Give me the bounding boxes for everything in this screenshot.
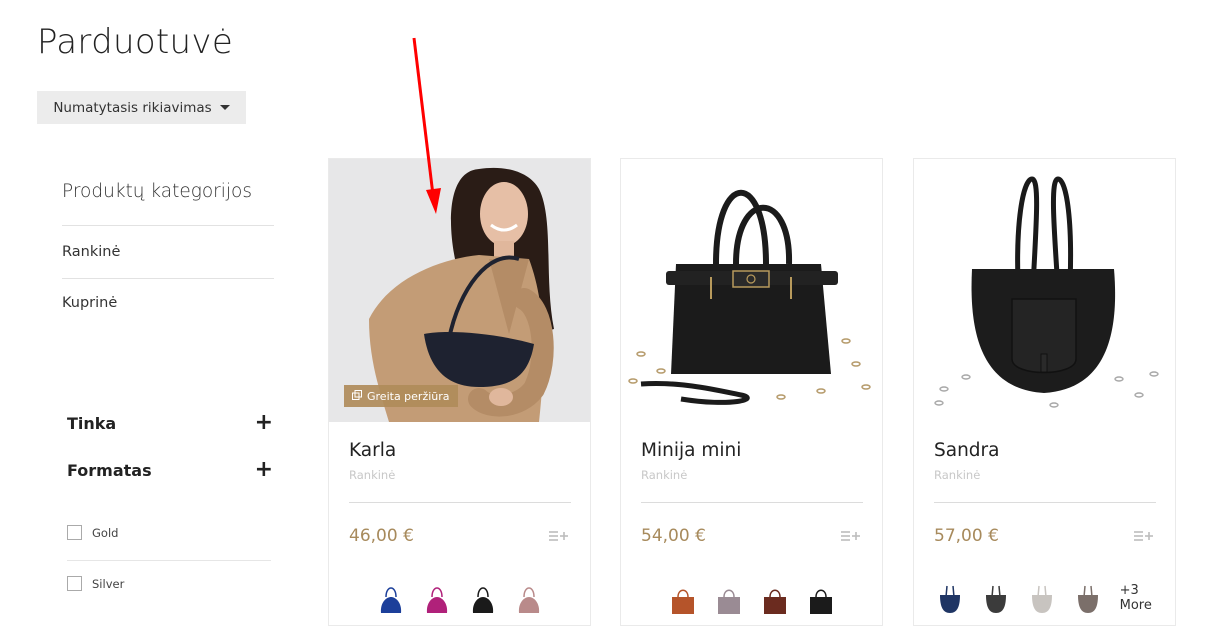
product-card-minija-mini[interactable]: Minija mini Rankinė 54,00 € [620, 158, 883, 626]
swatch-blue[interactable] [375, 581, 407, 615]
swatch-black[interactable] [805, 581, 837, 615]
plus-icon: + [254, 457, 273, 482]
swatch-dark-grey[interactable] [980, 581, 1012, 615]
page-title: Parduotuvė [37, 22, 234, 62]
divider [349, 502, 571, 503]
quick-view-button[interactable]: Greita peržiūra [344, 385, 458, 407]
filter-tinka-toggle[interactable]: Tinka + [67, 412, 273, 434]
product-name[interactable]: Karla [349, 440, 396, 461]
swatch-black[interactable] [467, 581, 499, 615]
gold-checkbox[interactable] [67, 525, 82, 540]
sort-dropdown-label: Numatytasis rikiavimas [53, 99, 212, 116]
swatch-taupe[interactable] [1072, 581, 1104, 615]
option-gold-label: Gold [92, 525, 119, 540]
silver-checkbox[interactable] [67, 576, 82, 591]
option-gold[interactable]: Gold [67, 525, 118, 540]
filter-tinka-label: Tinka [67, 413, 117, 433]
option-silver-label: Silver [92, 576, 125, 591]
color-swatches [621, 581, 882, 615]
product-image[interactable] [914, 159, 1175, 422]
divider [62, 278, 274, 279]
filter-formatas-label: Formatas [67, 460, 152, 480]
divider [62, 225, 274, 226]
product-photo-tote-black [914, 159, 1175, 422]
plus-icon: + [254, 410, 273, 435]
product-price: 46,00 € [349, 526, 414, 546]
quick-view-icon [352, 389, 362, 403]
filter-formatas-toggle[interactable]: Formatas + [67, 459, 273, 481]
color-swatches [329, 581, 590, 615]
add-to-list-icon[interactable] [549, 528, 569, 547]
product-card-karla[interactable]: Greita peržiūra Karla Rankinė 46,00 € [328, 158, 591, 626]
product-name[interactable]: Minija mini [641, 440, 741, 461]
product-image[interactable]: Greita peržiūra [329, 159, 590, 422]
more-swatches-link[interactable]: +3 More [1120, 583, 1175, 613]
product-category: Rankinė [934, 468, 981, 482]
divider [641, 502, 863, 503]
quick-view-label: Greita peržiūra [367, 389, 450, 403]
caret-down-icon [219, 105, 230, 110]
category-link-kuprine[interactable]: Kuprinė [62, 295, 117, 311]
color-swatches: +3 More [914, 581, 1175, 615]
product-category: Rankinė [641, 468, 688, 482]
product-price: 57,00 € [934, 526, 999, 546]
swatch-brown[interactable] [759, 581, 791, 615]
swatch-navy[interactable] [934, 581, 966, 615]
product-category: Rankinė [349, 468, 396, 482]
category-link-rankine[interactable]: Rankinė [62, 244, 120, 260]
swatch-cognac[interactable] [667, 581, 699, 615]
sort-dropdown[interactable]: Numatytasis rikiavimas [37, 91, 246, 124]
swatch-rose[interactable] [513, 581, 545, 615]
product-price: 54,00 € [641, 526, 706, 546]
product-image[interactable] [621, 159, 882, 422]
swatch-magenta[interactable] [421, 581, 453, 615]
divider [934, 502, 1156, 503]
divider [67, 560, 271, 561]
add-to-list-icon[interactable] [841, 528, 861, 547]
product-card-sandra[interactable]: Sandra Rankinė 57,00 € +3 More [913, 158, 1176, 626]
product-photo-handbag-black [621, 159, 882, 422]
swatch-light-grey[interactable] [1026, 581, 1058, 615]
add-to-list-icon[interactable] [1134, 528, 1154, 547]
option-silver[interactable]: Silver [67, 576, 124, 591]
product-photo-model-with-bag [329, 159, 590, 422]
categories-title: Produktų kategorijos [62, 181, 253, 202]
product-name[interactable]: Sandra [934, 440, 1000, 461]
swatch-mauve[interactable] [713, 581, 745, 615]
